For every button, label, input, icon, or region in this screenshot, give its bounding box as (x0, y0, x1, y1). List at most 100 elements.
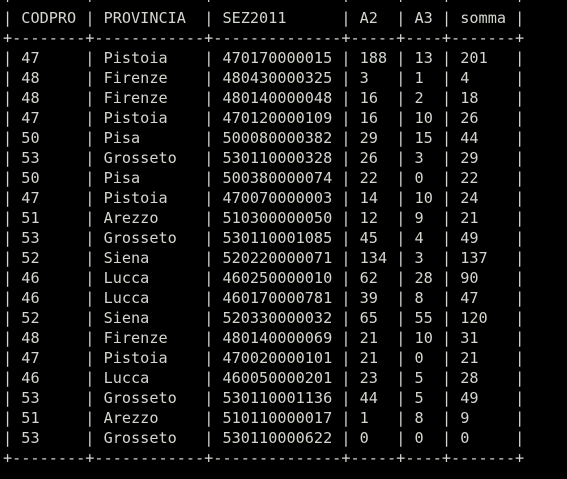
cell-a2: 16 (359, 109, 378, 127)
cell-somma: 18 (460, 89, 479, 107)
cell-codpro: 53 (21, 229, 40, 247)
cell-a2: 21 (359, 329, 378, 347)
cell-provincia: Grosseto (103, 229, 177, 247)
cell-codpro: 46 (21, 289, 40, 307)
cell-a2: 45 (359, 229, 378, 247)
cell-a3: 1 (414, 69, 424, 87)
cell-codpro: 51 (21, 409, 40, 427)
cell-somma: 22 (460, 169, 479, 187)
cell-somma: 44 (460, 129, 479, 147)
cell-provincia: Firenze (103, 329, 168, 347)
table-border-header: +--------+------------+--------------+--… (3, 29, 525, 47)
cell-sez2011: 520330000032 (222, 309, 333, 327)
cell-codpro: 48 (21, 89, 40, 107)
cell-a3: 2 (414, 89, 424, 107)
table-row: | 52 | Siena | 520330000032 | 65 | 55 | … (3, 309, 525, 327)
cell-provincia: Arezzo (103, 409, 159, 427)
table-row: | 48 | Firenze | 480430000325 | 3 | 1 | … (3, 69, 525, 87)
cell-a2: 44 (359, 389, 378, 407)
cell-codpro: 50 (21, 169, 40, 187)
cell-a3: 15 (414, 129, 433, 147)
cell-a3: 28 (414, 269, 433, 287)
cell-provincia: Siena (103, 249, 150, 267)
cell-somma: 49 (460, 389, 479, 407)
cell-provincia: Grosseto (103, 429, 177, 447)
cell-codpro: 47 (21, 349, 40, 367)
cell-a3: 3 (414, 149, 424, 167)
cell-sez2011: 530110000328 (222, 149, 333, 167)
cell-sez2011: 480430000325 (222, 69, 333, 87)
cell-a3: A3 (414, 9, 433, 27)
cell-codpro: 47 (21, 49, 40, 67)
cell-somma: 4 (460, 69, 470, 87)
table-row: | 46 | Lucca | 460050000201 | 23 | 5 | 2… (3, 369, 525, 387)
cell-a2: 0 (359, 429, 369, 447)
cell-somma: 49 (460, 229, 479, 247)
cell-codpro: 47 (21, 189, 40, 207)
cell-a3: 8 (414, 289, 424, 307)
table-row: | 52 | Siena | 520220000071 | 134 | 3 | … (3, 249, 525, 267)
cell-a2: 62 (359, 269, 378, 287)
cell-somma: 28 (460, 369, 479, 387)
table-row: | 50 | Pisa | 500380000074 | 22 | 0 | 22… (3, 169, 525, 187)
cell-sez2011: 530110001136 (222, 389, 333, 407)
cell-somma: 21 (460, 349, 479, 367)
cell-a2: 12 (359, 209, 378, 227)
cell-a2: 21 (359, 349, 378, 367)
cell-provincia: PROVINCIA (103, 9, 186, 27)
cell-a2: A2 (359, 9, 378, 27)
cell-provincia: Firenze (103, 69, 168, 87)
cell-a2: 39 (359, 289, 378, 307)
table-row: | 48 | Firenze | 480140000069 | 21 | 10 … (3, 329, 525, 347)
cell-a2: 3 (359, 69, 369, 87)
cell-provincia: Pisa (103, 169, 141, 187)
cell-a3: 0 (414, 429, 424, 447)
table-row: | 47 | Pistoia | 470020000101 | 21 | 0 |… (3, 349, 525, 367)
cell-a3: 55 (414, 309, 433, 327)
cell-codpro: CODPRO (21, 9, 77, 27)
cell-codpro: 46 (21, 369, 40, 387)
table-body: | 47 | Pistoia | 470170000015 | 188 | 13… (3, 48, 567, 448)
cell-codpro: 47 (21, 109, 40, 127)
cell-a3: 10 (414, 109, 433, 127)
cell-codpro: 53 (21, 149, 40, 167)
table-row: | 46 | Lucca | 460170000781 | 39 | 8 | 4… (3, 289, 525, 307)
cell-provincia: Pistoia (103, 349, 168, 367)
cell-a2: 65 (359, 309, 378, 327)
cell-somma: 9 (460, 409, 470, 427)
cell-codpro: 46 (21, 269, 40, 287)
cell-a3: 0 (414, 169, 424, 187)
cell-sez2011: 470070000003 (222, 189, 333, 207)
table-header-row: | CODPRO | PROVINCIA | SEZ2011 | A2 | A3… (3, 9, 525, 27)
cell-a2: 14 (359, 189, 378, 207)
cell-a2: 22 (359, 169, 378, 187)
cell-somma: 120 (460, 309, 488, 327)
cell-provincia: Pistoia (103, 49, 168, 67)
table-row: | 53 | Grosseto | 530110000328 | 26 | 3 … (3, 149, 525, 167)
table-row: | 47 | Pistoia | 470120000109 | 16 | 10 … (3, 109, 525, 127)
cell-somma: 26 (460, 109, 479, 127)
cell-codpro: 53 (21, 389, 40, 407)
cell-a2: 188 (359, 49, 388, 67)
cell-sez2011: 460250000010 (222, 269, 333, 287)
table-row: | 53 | Grosseto | 530110001136 | 44 | 5 … (3, 389, 525, 407)
cell-somma: 24 (460, 189, 479, 207)
cell-sez2011: 500380000074 (222, 169, 333, 187)
cell-somma: 29 (460, 149, 479, 167)
cell-sez2011: 460050000201 (222, 369, 333, 387)
table-row: | 53 | Grosseto | 530110001085 | 45 | 4 … (3, 229, 525, 247)
cell-codpro: 51 (21, 209, 40, 227)
cell-sez2011: 530110001085 (222, 229, 333, 247)
cell-a2: 23 (359, 369, 378, 387)
cell-somma: 90 (460, 269, 479, 287)
cell-somma: 0 (460, 429, 470, 447)
cell-sez2011: 470020000101 (222, 349, 333, 367)
cell-provincia: Lucca (103, 369, 150, 387)
cell-a3: 9 (414, 209, 424, 227)
cell-sez2011: 460170000781 (222, 289, 333, 307)
cell-a2: 16 (359, 89, 378, 107)
cell-a2: 134 (359, 249, 388, 267)
cell-provincia: Pisa (103, 129, 141, 147)
cell-somma: somma (460, 9, 506, 27)
cell-sez2011: 510300000050 (222, 209, 333, 227)
